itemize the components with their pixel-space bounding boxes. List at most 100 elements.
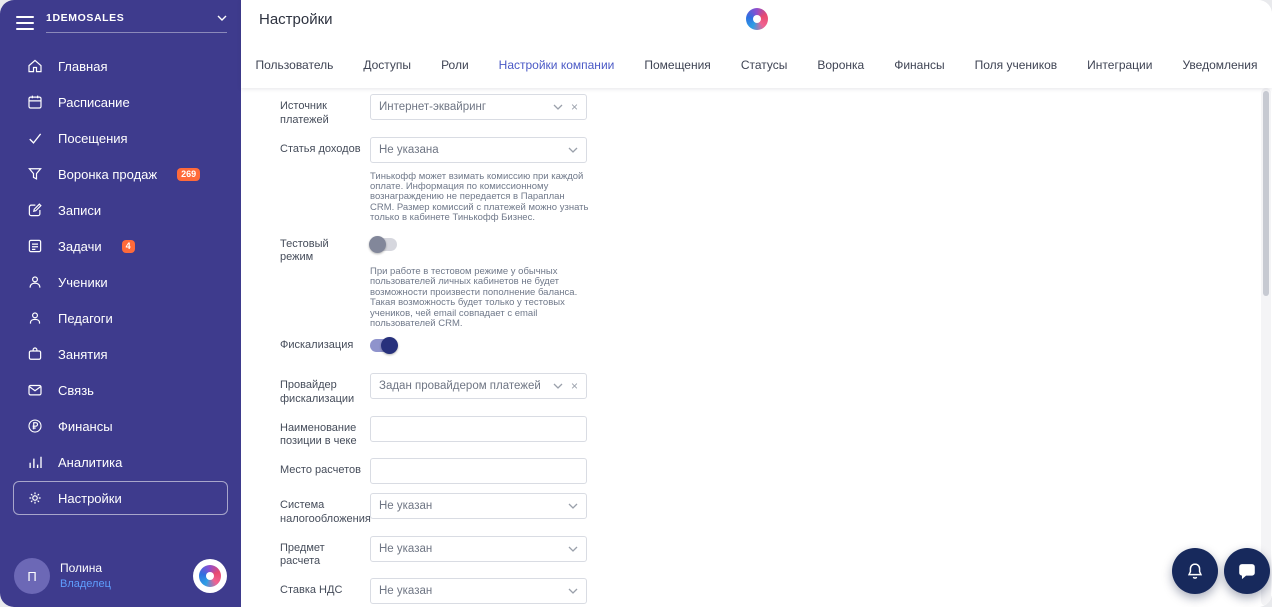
chevron-down-icon [553, 104, 563, 110]
sidebar: 1DEMOSALES Главная Расписание Посещения … [0, 0, 241, 607]
scrollbar-thumb[interactable] [1263, 91, 1269, 296]
sidebar-item-label: Финансы [58, 418, 113, 434]
test-mode-toggle[interactable] [369, 235, 397, 253]
tab-user[interactable]: Пользователь [255, 58, 333, 72]
sidebar-menu: Главная Расписание Посещения Воронка про… [0, 49, 241, 515]
tab-integrations[interactable]: Интеграции [1087, 58, 1152, 72]
check-icon [29, 133, 42, 144]
sidebar-item-visits[interactable]: Посещения [13, 121, 228, 155]
tab-notifications[interactable]: Уведомления [1182, 58, 1257, 72]
sidebar-item-students[interactable]: Ученики [13, 265, 228, 299]
tab-roles[interactable]: Роли [441, 58, 469, 72]
tab-statuses[interactable]: Статусы [741, 58, 788, 72]
student-icon [29, 276, 41, 288]
teacher-icon [29, 312, 41, 324]
tab-company-settings[interactable]: Настройки компании [499, 58, 615, 72]
home-icon [28, 59, 42, 73]
ruble-icon [28, 419, 42, 433]
field-label: Фискализация [280, 339, 354, 352]
select-value: Задан провайдером платежей [379, 380, 541, 393]
field-label: Место расчетов [280, 464, 361, 477]
sidebar-item-label: Задачи [58, 238, 102, 254]
select-value: Не указана [379, 143, 439, 156]
payment-settings-form: Источник платежей Интернет-эквайринг × С… [280, 94, 840, 607]
sidebar-item-label: Воронка продаж [58, 166, 158, 182]
calendar-icon [28, 95, 42, 109]
sidebar-item-label: Педагоги [58, 310, 113, 326]
field-label: Предмет расчета [280, 541, 325, 568]
vat-rate-select[interactable]: Не указан [370, 578, 587, 605]
sidebar-item-label: Настройки [58, 490, 122, 506]
sidebar-item-teachers[interactable]: Педагоги [13, 301, 228, 335]
form-row: Тестовый режим [280, 235, 840, 266]
form-row: Источник платежей Интернет-эквайринг × [280, 94, 840, 128]
fiscalization-toggle[interactable] [370, 337, 398, 355]
list-icon [28, 239, 42, 253]
hamburger-icon[interactable] [16, 15, 34, 30]
sidebar-item-label: Расписание [58, 94, 130, 110]
scrollbar [1261, 88, 1271, 606]
chevron-down-icon [217, 15, 227, 21]
position-name-input[interactable] [379, 422, 578, 435]
chat-button[interactable] [1224, 548, 1270, 594]
sidebar-item-sales-funnel[interactable]: Воронка продаж 269 [13, 157, 228, 191]
field-label: Статья доходов [280, 142, 361, 155]
settlement-place-input[interactable] [379, 465, 578, 478]
field-label: Источник платежей [280, 100, 329, 126]
sidebar-item-records[interactable]: Записи [13, 193, 228, 227]
org-selector[interactable]: 1DEMOSALES [46, 12, 227, 33]
form-row: Ставка НДС Не указан [280, 578, 840, 605]
form-row: Предмет расчета Не указан [280, 535, 840, 570]
chevron-down-icon [553, 383, 563, 390]
chat-icon [1239, 564, 1255, 580]
sidebar-item-settings[interactable]: Настройки [13, 481, 228, 515]
clear-icon[interactable]: × [571, 379, 578, 393]
tab-funnel[interactable]: Воронка [817, 58, 864, 72]
user-block[interactable]: П Полина Владелец [14, 558, 227, 594]
chevron-down-icon [568, 546, 578, 552]
calc-subject-select[interactable]: Не указан [370, 535, 587, 562]
tasks-badge: 4 [121, 239, 135, 253]
sidebar-item-home[interactable]: Главная [13, 49, 228, 83]
field-label: Ставка НДС [280, 584, 343, 597]
settings-form-scroll-area: Источник платежей Интернет-эквайринг × С… [241, 88, 1272, 607]
sidebar-item-label: Связь [58, 382, 94, 398]
tax-system-select[interactable]: Не указан [370, 493, 587, 520]
payment-source-select[interactable]: Интернет-эквайринг × [370, 94, 587, 120]
funnel-icon [28, 168, 42, 180]
form-row: Провайдер фискализации Задан провайдером… [280, 373, 840, 407]
sidebar-item-schedule[interactable]: Расписание [13, 85, 228, 119]
form-row: Фискализация [280, 337, 840, 355]
sidebar-item-label: Посещения [58, 130, 128, 146]
sidebar-item-tasks[interactable]: Задачи 4 [13, 229, 228, 263]
clear-icon[interactable]: × [571, 100, 578, 114]
sidebar-item-communication[interactable]: Связь [13, 373, 228, 407]
pencil-icon [28, 203, 42, 217]
main-area: Настройки Пользователь Доступы Роли Наст… [241, 0, 1272, 607]
chart-icon [29, 456, 42, 468]
sidebar-item-label: Главная [58, 58, 108, 74]
sidebar-item-label: Занятия [58, 346, 108, 362]
tab-finance[interactable]: Финансы [894, 58, 944, 72]
tab-access[interactable]: Доступы [363, 58, 411, 72]
sidebar-item-lessons[interactable]: Занятия [13, 337, 228, 371]
form-row: Система налогообложения Не указан [280, 493, 840, 527]
fiscal-provider-select[interactable]: Задан провайдером платежей × [370, 373, 587, 400]
avatar: П [14, 558, 50, 594]
tab-student-fields[interactable]: Поля учеников [975, 58, 1058, 72]
notifications-button[interactable] [1172, 548, 1218, 594]
sidebar-item-analytics[interactable]: Аналитика [13, 445, 228, 479]
field-label: Тестовый режим [280, 237, 329, 264]
field-label: Наименование позиции в чеке [280, 421, 357, 448]
sidebar-item-label: Аналитика [58, 454, 123, 470]
page-title: Настройки [259, 11, 333, 28]
income-item-select[interactable]: Не указана [370, 136, 587, 163]
tab-rooms[interactable]: Помещения [644, 58, 710, 72]
sidebar-item-label: Ученики [58, 274, 108, 290]
select-value: Не указан [379, 500, 433, 513]
sidebar-item-finance[interactable]: Финансы [13, 409, 228, 443]
bell-icon [1187, 563, 1203, 579]
main-header: Настройки Пользователь Доступы Роли Наст… [241, 0, 1272, 88]
chevron-down-icon [568, 503, 578, 510]
chevron-down-icon [568, 588, 578, 595]
